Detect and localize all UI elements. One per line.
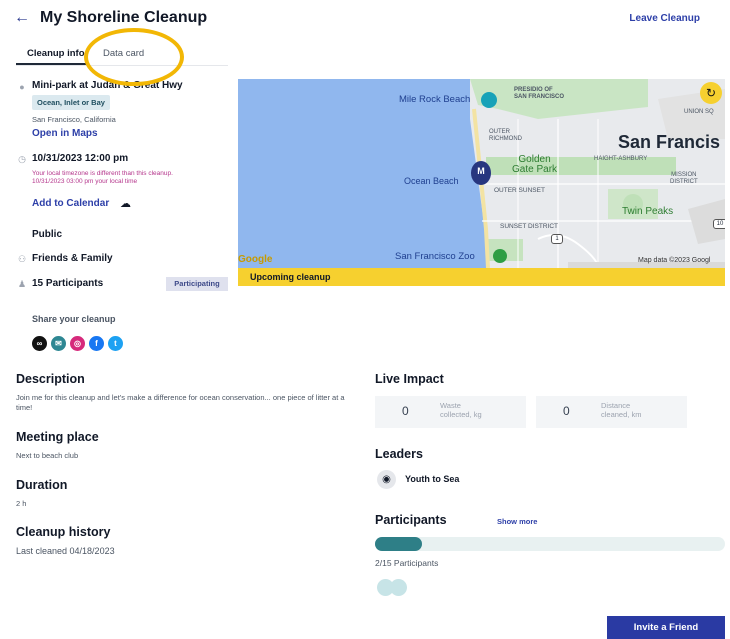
waste-value: 0 xyxy=(402,404,409,418)
meeting-place-text: Next to beach club xyxy=(16,451,79,460)
beach-marker-icon xyxy=(481,92,497,108)
map-label-outer-richmond: OUTER RICHMOND xyxy=(489,129,522,142)
location-city: San Francisco, California xyxy=(32,115,116,124)
cleanup-history-text: Last cleaned 04/18/2023 xyxy=(16,546,115,556)
participants-progress-track xyxy=(375,537,725,551)
waste-label-line1: Waste xyxy=(440,401,461,410)
map-label-outer-sunset: OUTER SUNSET xyxy=(494,187,545,194)
leave-cleanup-link[interactable]: Leave Cleanup xyxy=(629,13,700,24)
audience-label: Friends & Family xyxy=(32,253,113,264)
google-logo: Google xyxy=(238,254,273,265)
distance-value: 0 xyxy=(563,404,570,418)
map-label-sf-zoo: San Francisco Zoo xyxy=(395,251,475,262)
description-text: Join me for this cleanup and let's make … xyxy=(16,393,345,412)
back-button[interactable]: ← xyxy=(14,9,32,27)
highlight-ring xyxy=(84,28,184,86)
zoo-marker-icon xyxy=(493,249,507,263)
leaders-title: Leaders xyxy=(375,447,423,461)
participants-progress-fill xyxy=(375,537,422,551)
back-arrow-icon: ← xyxy=(14,9,30,26)
highway-shield-icon: 10 xyxy=(713,219,725,229)
water-type-tag: Ocean, Inlet or Bay xyxy=(32,95,110,110)
live-impact-title: Live Impact xyxy=(375,372,444,386)
map-attribution: Map data ©2023 Googl xyxy=(638,257,711,264)
participating-badge: Participating xyxy=(166,277,228,291)
open-in-maps-link[interactable]: Open in Maps xyxy=(32,128,98,139)
map-view[interactable]: Mile Rock Beach PRESIDIO OF SAN FRANCISC… xyxy=(238,79,725,268)
timezone-warning-line2: 10/31/2023 03:00 pm your local time xyxy=(32,178,138,185)
tab-cleanup-info[interactable]: Cleanup info xyxy=(27,48,85,59)
map-label-mission: MISSION DISTRICT xyxy=(670,172,698,185)
share-title: Share your cleanup xyxy=(32,314,116,324)
cleanup-marker-icon[interactable]: M xyxy=(471,161,491,185)
duration-text: 2 h xyxy=(16,499,27,508)
map-label-sf: San Francis xyxy=(618,132,721,152)
duration-title: Duration xyxy=(16,478,68,492)
leader-name[interactable]: Youth to Sea xyxy=(405,474,459,484)
route-shield-icon: 1 xyxy=(551,234,563,244)
participants-count-text: 2/15 Participants xyxy=(375,558,439,568)
instagram-icon[interactable]: ◎ xyxy=(70,336,85,351)
participants-count: 15 Participants xyxy=(32,278,104,289)
clock-icon: ◷ xyxy=(18,154,26,164)
map-label-ocean-beach: Ocean Beach xyxy=(404,176,459,186)
map-label-golden-gate: Golden Gate Park xyxy=(512,154,558,175)
visibility-label: Public xyxy=(32,229,63,240)
map-label-haight: HAIGHT-ASHBURY xyxy=(594,156,648,162)
page-title: My Shoreline Cleanup xyxy=(40,9,208,26)
waste-label-line2: collected, kg xyxy=(440,410,482,419)
twitter-icon[interactable]: t xyxy=(108,336,123,351)
group-icon: ⚇ xyxy=(17,254,27,264)
upcoming-cleanup-banner: Upcoming cleanup xyxy=(238,268,725,286)
active-tab-indicator xyxy=(16,63,87,65)
leader-logo-icon: ◉ xyxy=(377,470,396,489)
description-title: Description xyxy=(16,372,85,386)
map-label-sunset-district: SUNSET DISTRICT xyxy=(500,223,559,230)
map-label-mile-rock: Mile Rock Beach xyxy=(399,94,471,105)
link-icon[interactable]: ∞ xyxy=(32,336,47,351)
show-more-link[interactable]: Show more xyxy=(497,517,537,526)
meeting-place-title: Meeting place xyxy=(16,430,99,444)
map-label-twin-peaks: Twin Peaks xyxy=(622,206,674,217)
map-label-union: UNION SQ xyxy=(684,109,714,115)
email-icon[interactable]: ✉ xyxy=(51,336,66,351)
avatar xyxy=(390,579,407,596)
recenter-icon[interactable]: ↻ xyxy=(700,82,722,104)
cloud-icon[interactable]: ☁ xyxy=(120,197,131,210)
cleanup-datetime: 10/31/2023 12:00 pm xyxy=(32,153,129,164)
invite-friend-button[interactable]: Invite a Friend xyxy=(607,616,725,639)
distance-label-line2: cleaned, km xyxy=(601,410,642,419)
map-label-presidio: PRESIDIO OF SAN FRANCISCO xyxy=(514,87,565,100)
person-icon: ♟ xyxy=(17,279,27,289)
facebook-icon[interactable]: f xyxy=(89,336,104,351)
participants-title: Participants xyxy=(375,513,447,527)
cleanup-history-title: Cleanup history xyxy=(16,525,111,539)
location-pin-icon: ● xyxy=(19,82,25,92)
distance-label-line1: Distance xyxy=(601,401,631,410)
add-to-calendar-link[interactable]: Add to Calendar xyxy=(32,198,109,209)
